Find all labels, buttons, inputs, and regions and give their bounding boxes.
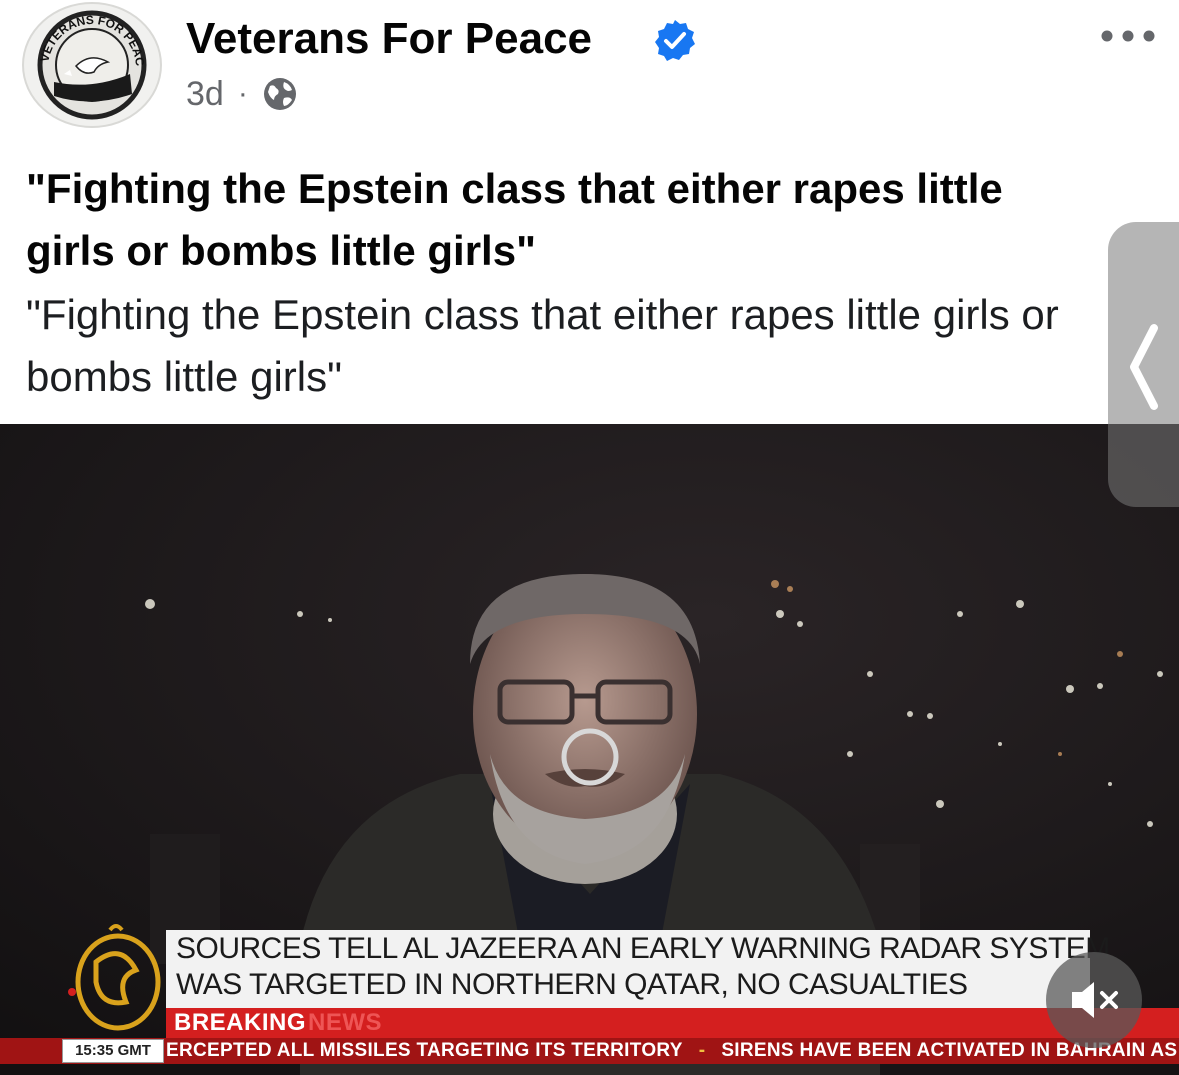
- post-meta: 3d ·: [186, 72, 298, 116]
- breaking-news-label: NEWS: [308, 1009, 382, 1036]
- crawl-separator: -: [698, 1040, 706, 1061]
- crawl-text: ERCEPTED ALL MISSILES TARGETING ITS TERR…: [166, 1038, 1179, 1064]
- page-avatar[interactable]: VETERANS FOR PEACE: [22, 2, 162, 128]
- ticker-line-2: WAS TARGETED IN NORTHERN QATAR, NO CASUA…: [176, 968, 968, 1001]
- globe-icon: [263, 78, 296, 110]
- verified-badge-icon: [655, 20, 695, 61]
- chevron-left-icon[interactable]: [1124, 322, 1164, 412]
- more-options-icon[interactable]: [1098, 24, 1158, 48]
- mute-button[interactable]: [1046, 952, 1142, 1048]
- speaker-muted-icon: [1072, 982, 1118, 1018]
- post-description: "Fighting the Epstein class that either …: [26, 291, 1059, 400]
- broadcast-clock: 15:35 GMT: [62, 1039, 164, 1063]
- loading-spinner-icon: [561, 728, 619, 786]
- crawl-left-text: ERCEPTED ALL MISSILES TARGETING ITS TERR…: [166, 1040, 683, 1061]
- link-headline[interactable]: "Fighting the Epstein class that either …: [26, 158, 1086, 282]
- ticker-line-1: SOURCES TELL AL JAZEERA AN EARLY WARNING…: [176, 932, 1110, 965]
- meta-separator: ·: [237, 77, 248, 110]
- breaking-bar: BREAKING NEWS: [166, 1008, 1179, 1038]
- post-header: VETERANS FOR PEACE Veterans For Peace 3d…: [0, 0, 1179, 150]
- news-ticker-box: SOURCES TELL AL JAZEERA AN EARLY WARNING…: [166, 930, 1110, 1008]
- post-timestamp[interactable]: 3d: [186, 75, 224, 114]
- breaking-label: BREAKING: [174, 1009, 307, 1036]
- page-name[interactable]: Veterans For Peace: [186, 14, 592, 64]
- veterans-for-peace-logo-icon: VETERANS FOR PEACE: [24, 4, 147, 120]
- al-jazeera-logo-icon: [68, 924, 161, 1031]
